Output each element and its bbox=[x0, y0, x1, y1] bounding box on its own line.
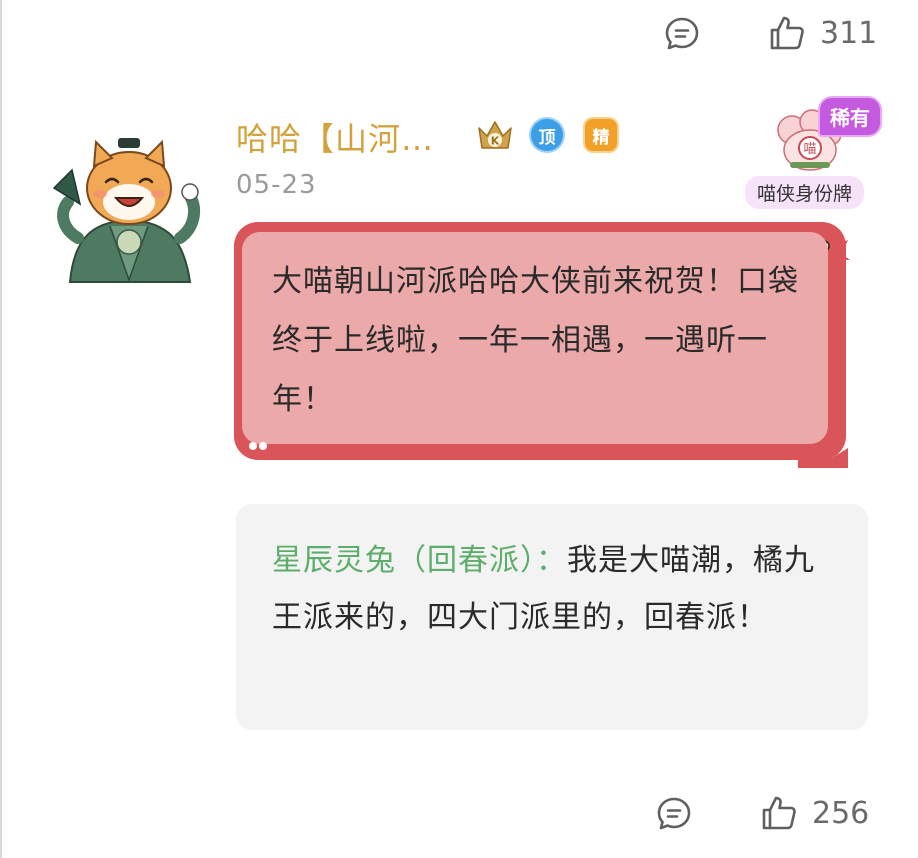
thumbs-up-icon bbox=[770, 16, 804, 50]
comment-date: 05-23 bbox=[236, 170, 317, 200]
cat-avatar-image bbox=[52, 138, 201, 283]
comment-icon bbox=[665, 17, 699, 50]
top-badge: 顶 bbox=[531, 119, 563, 151]
featured-badge: 精 bbox=[585, 119, 617, 151]
top-like-count: 311 bbox=[820, 15, 878, 51]
reply-author[interactable]: 星辰灵兔（回春派）： bbox=[272, 543, 567, 578]
crown-icon: K bbox=[478, 121, 512, 149]
identity-card-label: 喵侠身份牌 bbox=[745, 176, 865, 209]
k-badge-label: K bbox=[491, 135, 500, 148]
comment-text: 大喵朝山河派哈哈大侠前来祝贺！口袋终于上线啦，一年一相遇，一遇听一年！ bbox=[272, 264, 799, 417]
rare-tag: 稀有 bbox=[820, 98, 880, 135]
top-like-button[interactable]: 311 bbox=[768, 14, 877, 52]
bottom-like-button[interactable]: 256 bbox=[760, 794, 869, 832]
reply-content: 星辰灵兔（回春派）：我是大喵潮，橘九王派来的，四大门派里的，回春派！ bbox=[272, 532, 822, 646]
top-badge-label: 顶 bbox=[538, 127, 556, 148]
username[interactable]: 哈哈【山河… bbox=[236, 114, 434, 160]
avatar[interactable] bbox=[50, 130, 208, 288]
svg-text:喵: 喵 bbox=[803, 142, 816, 157]
bottom-like-count: 256 bbox=[812, 795, 870, 831]
top-comment-button[interactable] bbox=[664, 16, 700, 52]
thumbs-up-icon bbox=[762, 796, 796, 830]
bubble-dots-decoration bbox=[248, 436, 270, 450]
bottom-comment-button[interactable] bbox=[656, 796, 692, 832]
featured-badge-label: 精 bbox=[592, 127, 610, 148]
bubble-tail-decoration bbox=[798, 440, 848, 468]
crown-badge: K bbox=[476, 118, 514, 152]
comment-icon bbox=[657, 797, 691, 830]
